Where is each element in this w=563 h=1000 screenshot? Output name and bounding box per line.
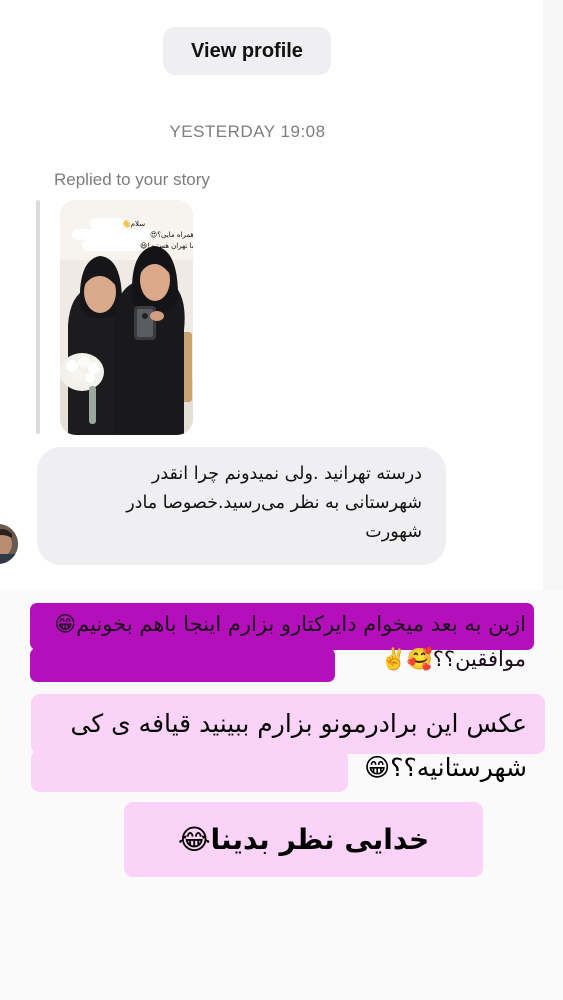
replied-to-story-label: Replied to your story [54, 170, 210, 189]
thread-edge [543, 0, 563, 590]
caption-text-1: ازین به بعد میخوام دایرکتارو بزارم اینجا… [54, 612, 526, 671]
message-line: شهورت [365, 522, 422, 542]
story-thumbnail[interactable]: سلام👋 از کدوم شهر همراه مایی؟😍 ما تهران … [60, 200, 193, 435]
message-line: درسته تهرانید .ولی نمیدونم چرا انقدر [151, 464, 422, 484]
message-timestamp: YESTERDAY 19:08 [169, 122, 326, 141]
message-bubble[interactable]: درسته تهرانید .ولی نمیدونم چرا انقدر شهر… [37, 447, 446, 565]
story-sticker-line3: ما تهران هستیم!😃 [140, 242, 193, 250]
message-line: شهرستانی به نظر می‌رسید.خصوصا مادر [126, 493, 422, 513]
reply-indicator-bar [36, 200, 40, 434]
view-profile-button[interactable]: View profile [163, 27, 331, 75]
caption-text-2: عکس این برادرمونو بزارم ببینید قیافه ی ک… [70, 709, 527, 782]
story-sticker-line1: سلام👋 [122, 219, 145, 228]
caption-text-3: خدایی نظر بدینا😂 [124, 802, 483, 877]
story-sticker-line2: از کدوم شهر همراه مایی؟😍 [150, 231, 193, 239]
story-photo: سلام👋 از کدوم شهر همراه مایی؟😍 ما تهران … [60, 200, 193, 435]
